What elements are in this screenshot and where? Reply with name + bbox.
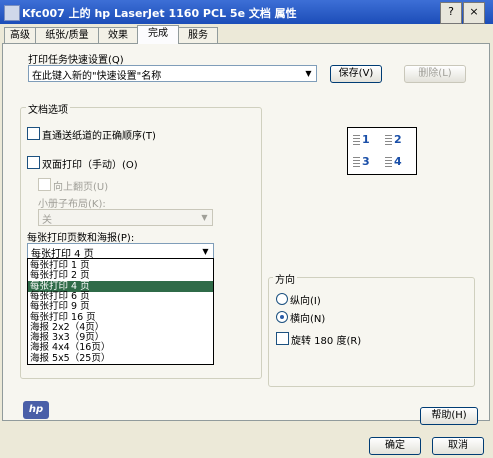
- duplex-label: 双面打印（手动）(O): [42, 160, 138, 171]
- pages-per-sheet-dropdown[interactable]: 每张打印 1 页每张打印 2 页每张打印 4 页每张打印 6 页每张打印 9 页…: [27, 258, 214, 365]
- layout-preview: 1 2 3 4: [347, 127, 417, 175]
- preview-page: 4: [383, 152, 413, 172]
- portrait-label: 纵向(I): [290, 296, 321, 307]
- help-button[interactable]: 帮助(H): [420, 407, 478, 425]
- cancel-button[interactable]: 取消: [432, 437, 484, 455]
- flip-pages-up-checkbox[interactable]: [38, 178, 51, 191]
- quick-settings-label: 打印任务快速设置(Q): [28, 55, 124, 66]
- chevron-down-icon[interactable]: ▼: [302, 67, 315, 80]
- landscape-label: 横向(N): [290, 314, 326, 325]
- straight-paper-path-label: 直通送纸道的正确顺序(T): [42, 131, 156, 142]
- tab-services[interactable]: 服务: [178, 27, 218, 43]
- printer-icon: [4, 5, 20, 21]
- booklet-layout-combo[interactable]: 关 ▼: [38, 209, 213, 226]
- close-icon[interactable]: ×: [463, 2, 485, 24]
- landscape-radio[interactable]: [276, 311, 288, 323]
- rotate-180-checkbox[interactable]: [276, 332, 289, 345]
- tab-advanced[interactable]: 高级: [4, 27, 36, 43]
- flip-pages-up-label: 向上翻页(U): [53, 182, 109, 193]
- help-title-button[interactable]: ?: [440, 2, 462, 24]
- pages-per-sheet-label: 每张打印页数和海报(P):: [27, 233, 135, 244]
- portrait-radio[interactable]: [276, 293, 288, 305]
- orientation-title: 方向: [273, 271, 297, 286]
- save-button[interactable]: 保存(V): [330, 65, 382, 83]
- preview-page: 3: [351, 152, 381, 172]
- preview-page: 1: [351, 130, 381, 150]
- quick-settings-combo[interactable]: 在此键入新的"快速设置"名称 ▼: [28, 65, 317, 82]
- window-title: Kfc007 上的 hp LaserJet 1160 PCL 5e 文档 属性: [22, 7, 297, 20]
- delete-button[interactable]: 删除(L): [404, 65, 466, 83]
- tab-finishing[interactable]: 完成: [137, 25, 179, 44]
- chevron-down-icon[interactable]: ▼: [199, 245, 212, 258]
- document-options-title: 文档选项: [26, 101, 70, 116]
- straight-paper-path-checkbox[interactable]: [27, 127, 40, 140]
- rotate-180-label: 旋转 180 度(R): [291, 336, 362, 347]
- ok-button[interactable]: 确定: [369, 437, 421, 455]
- tab-paper-quality[interactable]: 纸张/质量: [35, 27, 99, 43]
- hp-logo: hp: [23, 401, 49, 419]
- quick-settings-value: 在此键入新的"快速设置"名称: [32, 71, 162, 82]
- booklet-layout-label: 小册子布局(K):: [38, 199, 106, 210]
- booklet-layout-value: 关: [42, 215, 52, 226]
- duplex-checkbox[interactable]: [27, 156, 40, 169]
- dropdown-option[interactable]: 海报 5x5（25页）: [28, 353, 213, 364]
- preview-page: 2: [383, 130, 413, 150]
- chevron-down-icon[interactable]: ▼: [198, 211, 211, 224]
- title-bar: Kfc007 上的 hp LaserJet 1160 PCL 5e 文档 属性 …: [0, 0, 493, 24]
- tab-effects[interactable]: 效果: [98, 27, 138, 43]
